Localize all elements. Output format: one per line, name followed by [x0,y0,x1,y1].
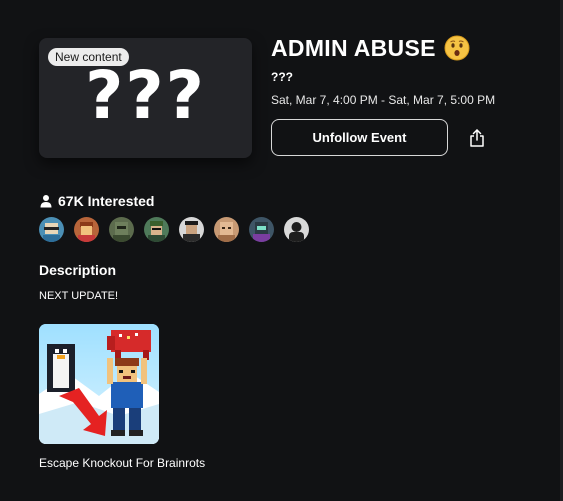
event-datetime: Sat, Mar 7, 4:00 PM - Sat, Mar 7, 5:00 P… [271,93,496,107]
hushed-face-emoji-icon [444,35,470,61]
avatar[interactable] [284,217,309,242]
unfollow-event-button[interactable]: Unfollow Event [271,119,448,156]
description-text: NEXT UPDATE! [39,290,119,302]
event-thumbnail: ??? New content [39,38,252,158]
game-thumbnail[interactable] [39,324,159,444]
share-button[interactable] [465,126,489,150]
interest-row: 67K Interested [39,192,154,210]
interested-count: 67K Interested [58,193,155,209]
event-title: ADMIN ABUSE [271,34,436,61]
avatar[interactable] [249,217,274,242]
event-subtitle: ??? [271,70,293,84]
avatar[interactable] [74,217,99,242]
person-icon [40,195,52,208]
event-page: ??? New content ADMIN ABUSE ??? Sat, Mar… [0,0,563,501]
avatar[interactable] [214,217,239,242]
game-thumbnail-art [39,324,159,444]
share-icon [470,129,484,147]
thumbnail-question-marks: ??? [85,57,206,134]
interested-avatars [39,217,319,243]
game-title[interactable]: Escape Knockout For Brainrots [39,456,205,470]
new-content-badge: New content [48,48,129,66]
avatar[interactable] [39,217,64,242]
avatar[interactable] [144,217,169,242]
description-heading: Description [39,262,117,278]
avatar[interactable] [109,217,134,242]
title-row: ADMIN ABUSE [271,33,470,63]
avatar[interactable] [179,217,204,242]
